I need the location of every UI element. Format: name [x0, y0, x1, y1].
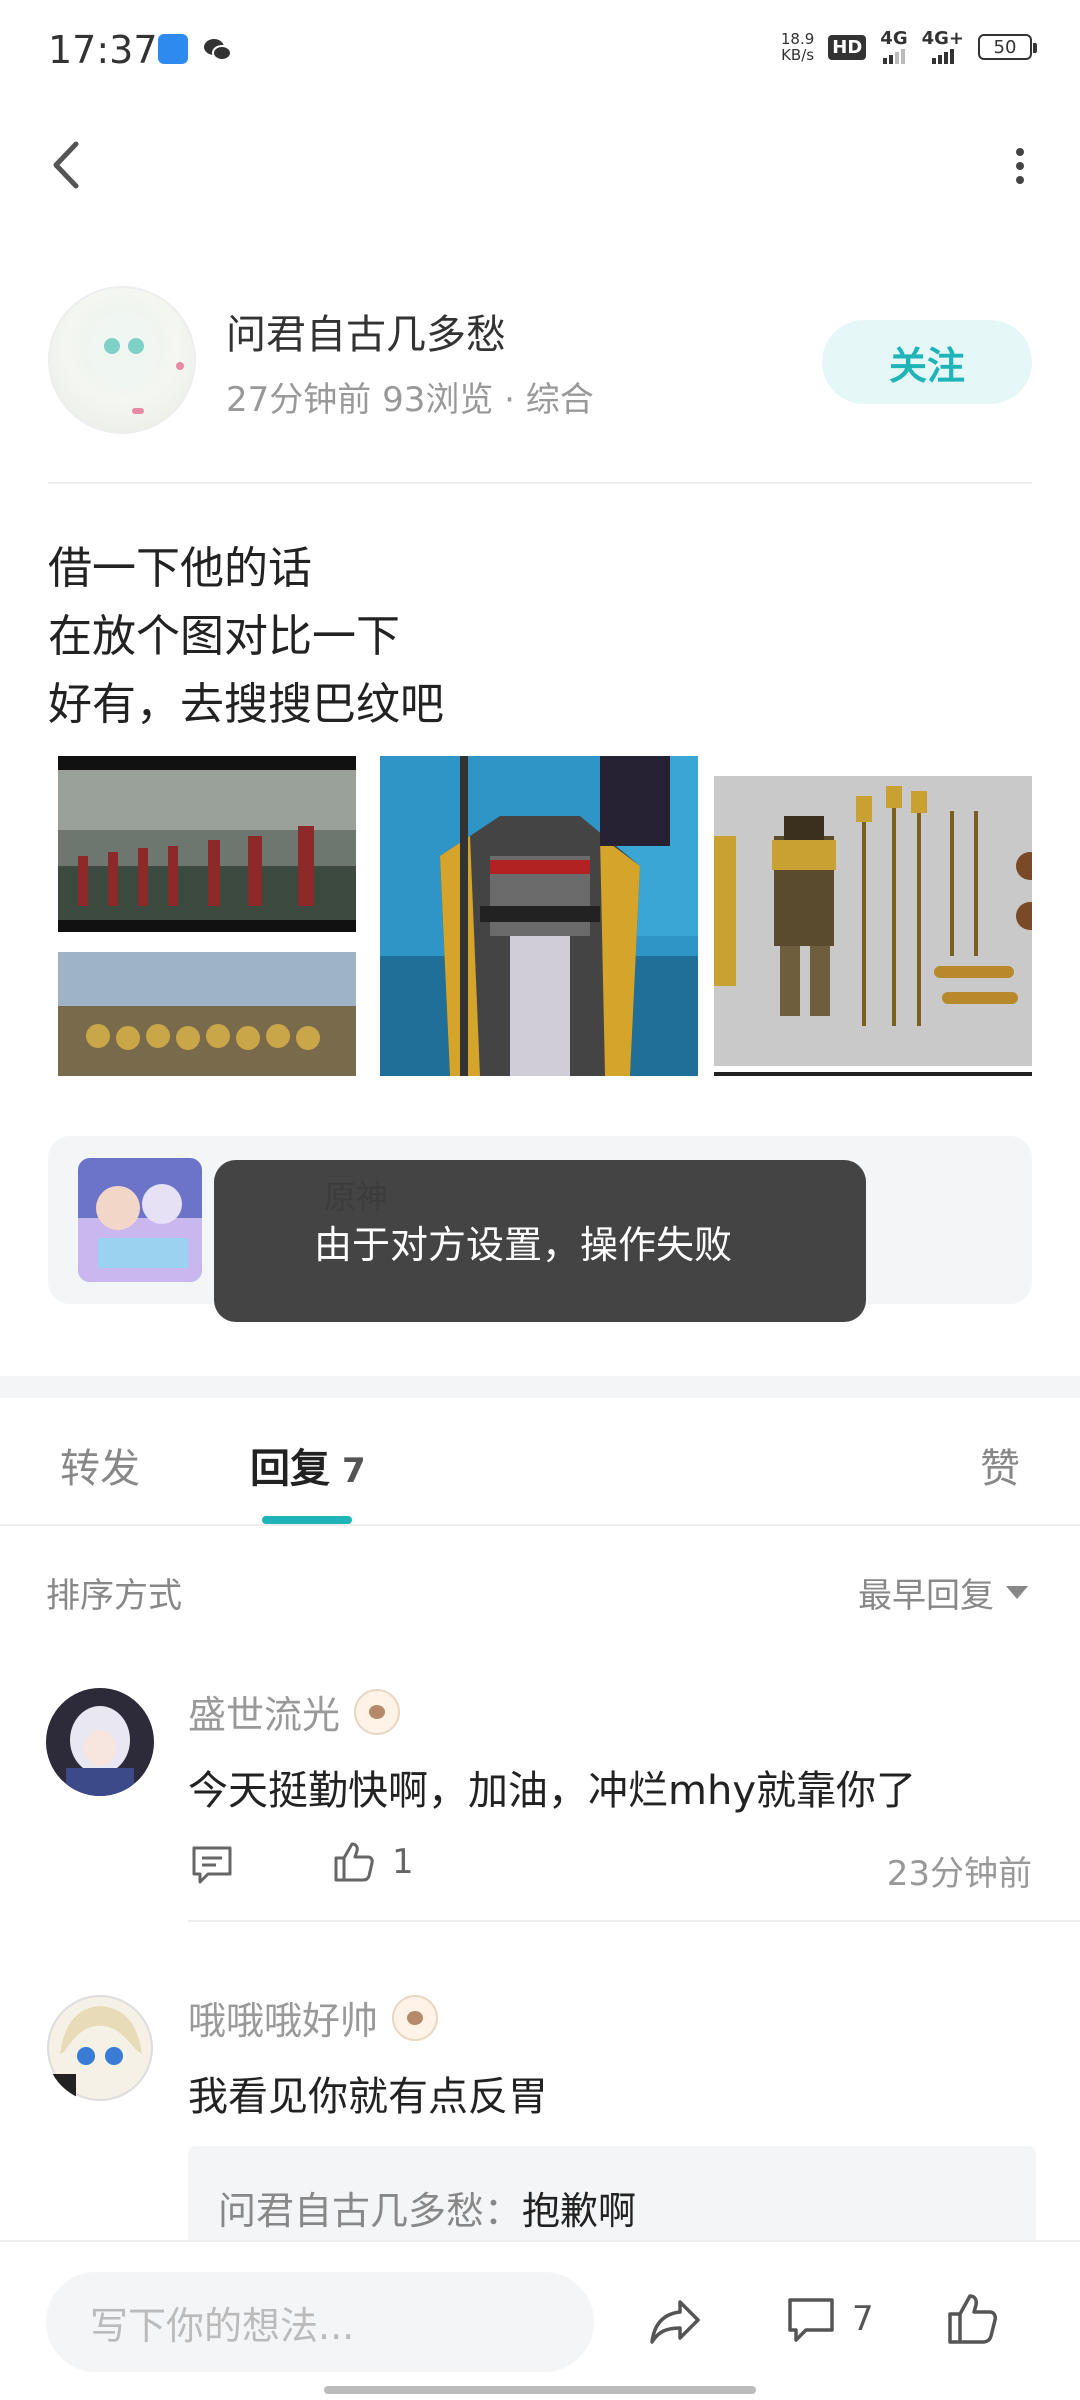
user-badge-icon	[354, 1688, 401, 1735]
comment-text: 今天挺勤快啊，加油，冲烂mhy就靠你了	[188, 1768, 916, 1814]
comment-input[interactable]: 写下你的想法...	[46, 2272, 594, 2372]
section-gap	[0, 1376, 1080, 1398]
post-image-1[interactable]	[58, 756, 356, 1076]
comment-like-button[interactable]: 1	[330, 1838, 414, 1886]
user-badge-icon	[392, 1994, 439, 2041]
commenter-avatar[interactable]	[46, 1994, 154, 2102]
thumbs-up-icon	[334, 1842, 374, 1882]
topic-thumbnail	[78, 1158, 202, 1282]
author-name[interactable]: 问君自古几多愁	[226, 302, 506, 360]
commenter-avatar[interactable]	[46, 1688, 154, 1796]
home-indicator[interactable]	[324, 2386, 756, 2394]
status-time: 17:37	[48, 28, 158, 72]
post-content: 借一下他的话 在放个图对比一下 好有，去搜搜巴纹吧	[48, 535, 444, 739]
image-grid	[58, 756, 1032, 1076]
reply-text: 抱歉啊	[522, 2189, 637, 2233]
signal-icon-2: 4G+	[922, 30, 964, 64]
post-line: 好有，去搜搜巴纹吧	[48, 679, 444, 730]
divider	[48, 482, 1032, 484]
commenter-name[interactable]: 盛世流光	[188, 1684, 401, 1739]
sort-label: 排序方式	[46, 1576, 182, 1616]
post-line: 借一下他的话	[48, 543, 312, 594]
comment-time: 23分钟前	[886, 1854, 1032, 1894]
active-tab-indicator	[262, 1516, 352, 1524]
follow-button[interactable]: 关注	[822, 320, 1032, 404]
hd-icon: HD	[828, 34, 867, 60]
chevron-down-icon	[1006, 1586, 1028, 1599]
comment-text: 我看见你就有点反胃	[188, 2074, 548, 2120]
toast-message: 由于对方设置，操作失败	[214, 1160, 866, 1322]
wechat-icon	[204, 39, 232, 61]
post-image-2[interactable]	[380, 756, 698, 1076]
like-count: 1	[392, 1842, 414, 1882]
tab-like[interactable]: 赞	[980, 1436, 1020, 1494]
nested-reply: 问君自古几多愁：抱歉啊	[218, 2180, 636, 2235]
share-icon[interactable]	[646, 2292, 704, 2350]
reply-author[interactable]: 问君自古几多愁：	[218, 2189, 522, 2233]
battery-icon: 50	[978, 34, 1037, 60]
divider	[0, 1524, 1080, 1526]
more-options-icon[interactable]	[990, 130, 1050, 200]
divider	[188, 1920, 1080, 1922]
sort-dropdown[interactable]: 最早回复	[858, 1568, 1028, 1617]
author-avatar[interactable]	[48, 286, 196, 434]
post-line: 在放个图对比一下	[48, 611, 400, 662]
network-speed: 18.9 KB/s	[780, 30, 815, 64]
status-bar: 17:37 18.9 KB/s HD 4G 4G+ 50	[0, 0, 1080, 100]
comment-button[interactable]: 7	[784, 2292, 874, 2346]
post-image-3[interactable]	[714, 756, 1032, 1076]
comment-icon	[788, 2298, 834, 2342]
reply-count: 7	[342, 1451, 366, 1491]
tab-repost[interactable]: 转发	[60, 1436, 140, 1494]
reply-icon[interactable]	[188, 1840, 236, 1888]
post-meta: 27分钟前 93浏览 · 综合	[226, 380, 594, 420]
comment-count: 7	[852, 2299, 874, 2339]
signal-icon: 4G	[880, 30, 908, 64]
message-app-icon	[158, 34, 188, 64]
thumbs-up-icon[interactable]	[944, 2290, 1002, 2348]
toast-text: 由于对方设置，操作失败	[314, 1222, 733, 1267]
tab-reply[interactable]: 回复 7	[250, 1436, 366, 1494]
commenter-name[interactable]: 哦哦哦好帅	[188, 1990, 439, 2045]
back-icon[interactable]	[40, 130, 100, 200]
